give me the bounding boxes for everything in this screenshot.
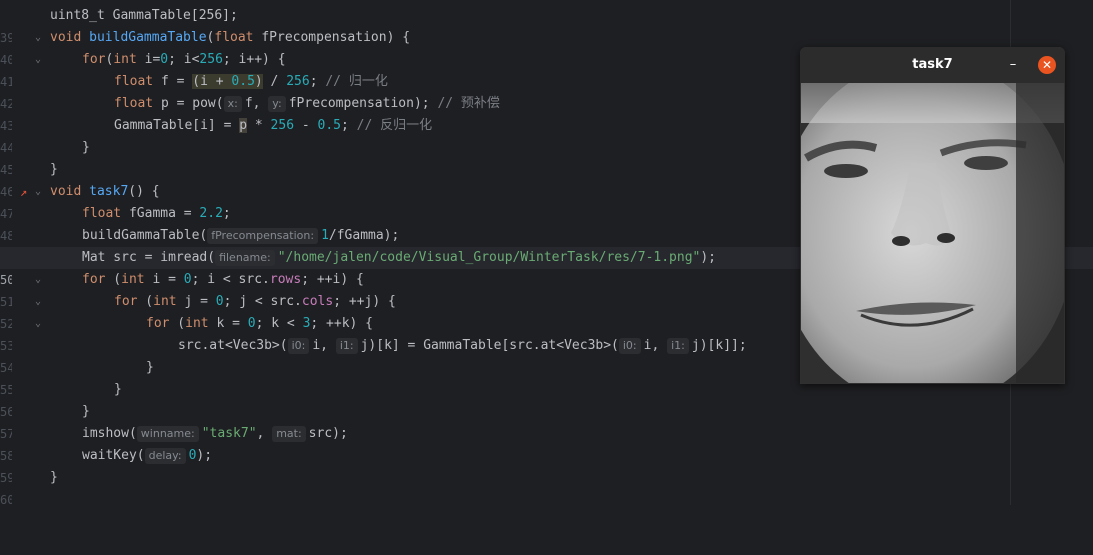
code-text: for (int j = 0; j < src.cols; ++j) { (114, 294, 396, 309)
face-photo-icon (801, 83, 1064, 383)
code-text: float p = pow(x: f, y: fPrecompensation); … (114, 96, 500, 112)
code-line[interactable]: 59 waitKey(delay: 0); (0, 445, 1093, 485)
param-hint: mat: (272, 426, 306, 442)
code-text: } (82, 140, 90, 155)
code-text: } (114, 382, 122, 397)
minimize-button[interactable]: – (1006, 57, 1020, 73)
face-photo-image (801, 83, 1064, 383)
fold-chevron-icon[interactable]: ⌄ (35, 49, 45, 71)
param-hint: i0: (618, 338, 641, 354)
code-text: Mat src = imread(filename: "/home/jalen/c… (82, 250, 717, 266)
window-titlebar[interactable]: task7 – ✕ (800, 47, 1065, 83)
param-hint: winname: (136, 426, 199, 442)
code-text: imshow(winname: "task7", mat: src); (82, 426, 348, 442)
code-text: for(int i=0; i<256; i++) { (82, 52, 286, 67)
code-text: waitKey(delay: 0); (82, 448, 213, 464)
image-window[interactable]: task7 – ✕ (800, 47, 1065, 384)
code-text: } (82, 404, 90, 419)
code-line[interactable]: 39 uint8_t GammaTable[256]; (0, 5, 1093, 45)
code-text: void buildGammaTable(float fPrecompensat… (50, 30, 411, 45)
code-text: GammaTable[i] = p * 256 - 0.5; // 反归一化 (114, 118, 433, 133)
code-text: void task7() { (50, 184, 160, 199)
code-text: uint8_t GammaTable[256]; (50, 8, 238, 23)
fold-chevron-icon[interactable]: ⌄ (35, 181, 45, 203)
code-line[interactable]: 40 ⌄ void buildGammaTable(float fPrecomp… (0, 27, 1093, 67)
code-text: buildGammaTable(fPrecompensation: 1/fGamm… (82, 228, 400, 244)
param-hint: filename: (215, 250, 275, 266)
close-button[interactable]: ✕ (1038, 56, 1056, 74)
code-text: } (50, 162, 58, 177)
window-title: task7 (912, 57, 953, 72)
code-line[interactable]: 57 } (0, 401, 1093, 441)
code-line[interactable]: 60 } (0, 467, 1093, 507)
param-hint: x: (223, 96, 242, 112)
code-text: float f = (i + 0.5) / 256; // 归一化 (114, 74, 388, 89)
param-hint: delay: (144, 448, 186, 464)
code-text: for (int k = 0; k < 3; ++k) { (146, 316, 374, 331)
fold-chevron-icon[interactable]: ⌄ (35, 291, 45, 313)
fold-chevron-icon[interactable]: ⌄ (35, 269, 45, 291)
code-line[interactable]: 58 imshow(winname: "task7", mat: src); (0, 423, 1093, 463)
param-hint: i0: (287, 338, 310, 354)
override-arrow-icon[interactable]: ↗ (20, 181, 27, 203)
param-hint: i1: (335, 338, 358, 354)
fold-chevron-icon[interactable]: ⌄ (35, 27, 45, 49)
code-text: float fGamma = 2.2; (82, 206, 231, 221)
code-text: } (50, 470, 58, 485)
code-text: for (int i = 0; i < src.rows; ++i) { (82, 272, 364, 287)
line-number: 60 (0, 493, 12, 507)
code-text: } (146, 360, 154, 375)
param-hint: i1: (667, 338, 689, 354)
code-text: src.at<Vec3b>(i0: i, i1: j)[k] = GammaTabl… (178, 338, 747, 354)
fold-chevron-icon[interactable]: ⌄ (35, 313, 45, 335)
param-hint: y: (268, 96, 286, 112)
param-hint: fPrecompensation: (207, 228, 319, 244)
